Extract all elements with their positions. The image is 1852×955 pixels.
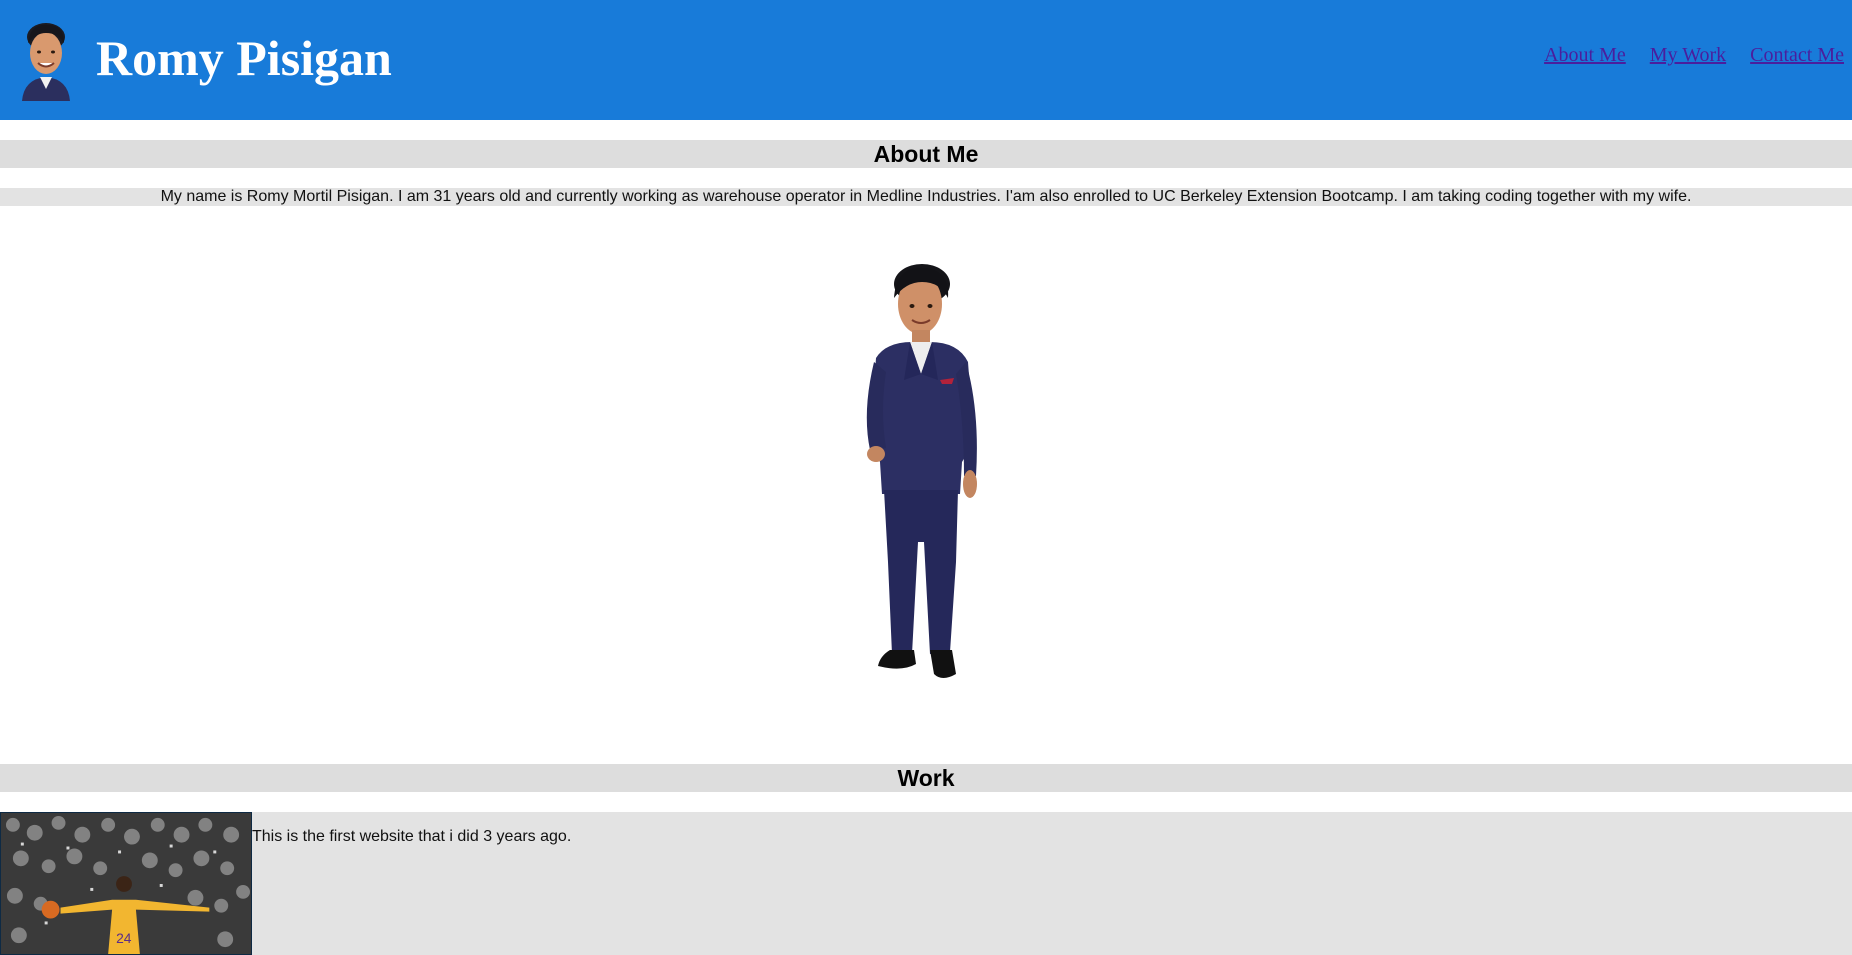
site-title: Romy Pisigan [96,30,392,86]
nav-link-contact-me[interactable]: Contact Me [1750,44,1844,67]
avatar-full-body-suit-icon [866,264,977,678]
main-nav: About Me My Work Contact Me [1544,44,1844,67]
about-text: My name is Romy Mortil Pisigan. I am 31 … [0,188,1852,206]
work-item: 24 This is the first website that i did … [0,812,1852,955]
work-item-description: This is the first website that i did 3 y… [252,828,572,845]
nav-link-my-work[interactable]: My Work [1650,44,1726,67]
svg-text:24: 24 [116,930,132,946]
site-header: Romy Pisigan About Me My Work Contact Me [0,0,1852,120]
nav-link-about-me[interactable]: About Me [1544,44,1626,67]
work-heading: Work [0,764,1852,792]
avatar-face-icon [22,23,70,101]
about-heading: About Me [0,140,1852,168]
basketball-player-photo-icon[interactable]: 24 [0,812,252,955]
